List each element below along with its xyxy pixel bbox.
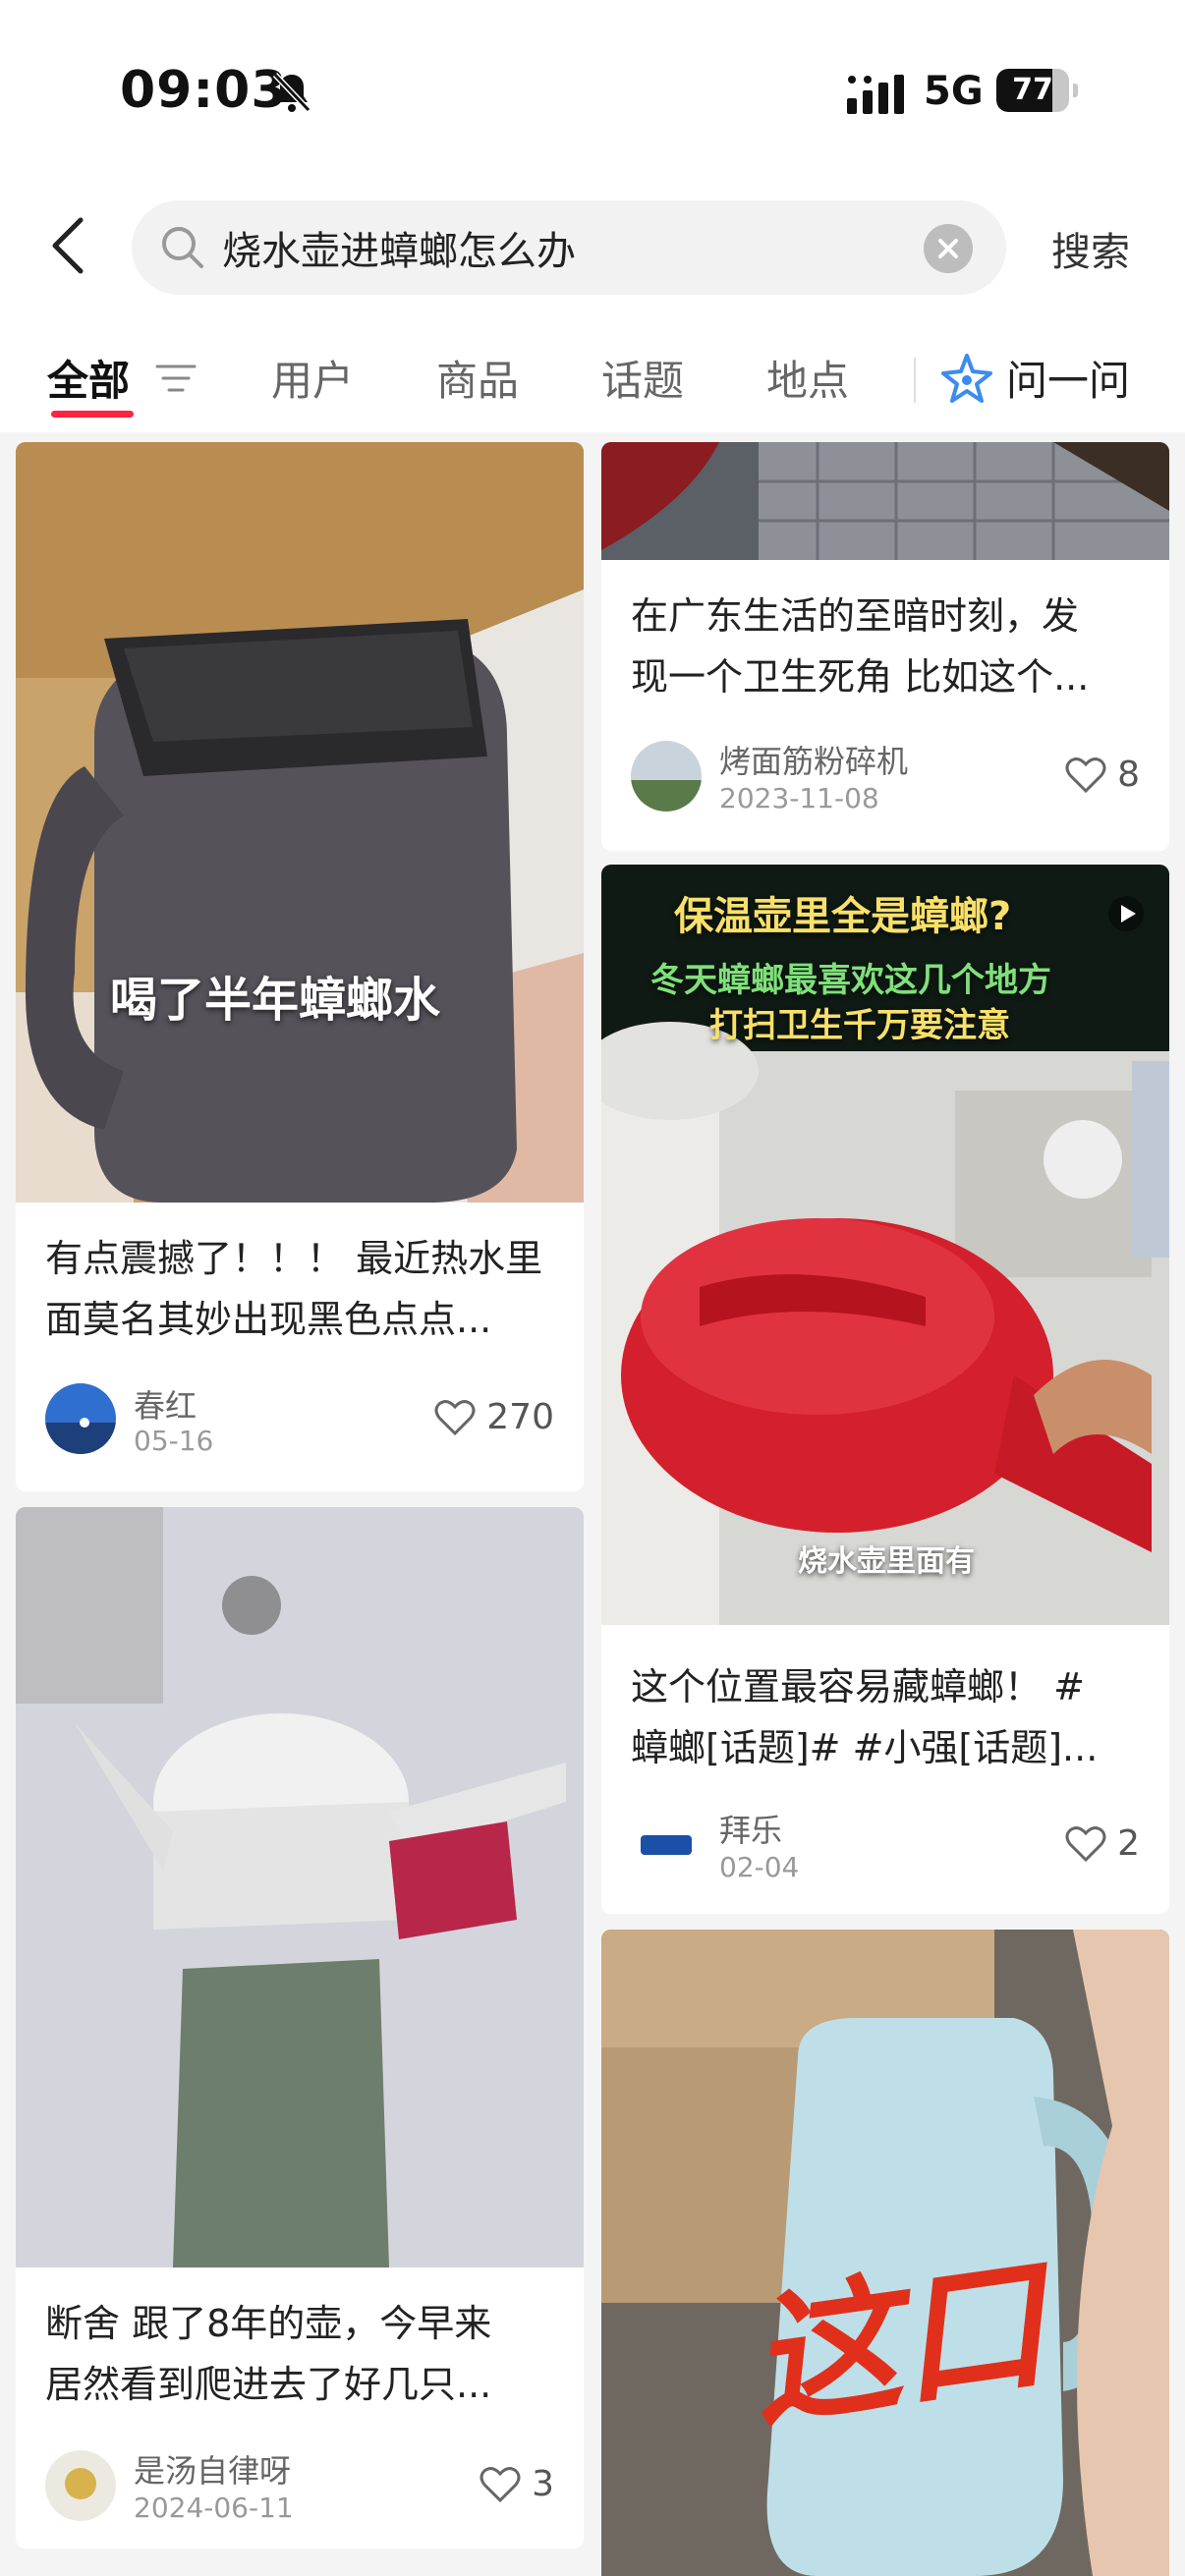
avatar[interactable]: [631, 741, 702, 812]
filter-tabs: 全部 用户 商品 话题 地点 问一问: [0, 334, 1185, 432]
author-name[interactable]: 春红: [134, 1381, 197, 1427]
note-card[interactable]: 这口: [601, 1930, 1169, 2576]
heart-icon: [434, 1399, 476, 1435]
filter-icon[interactable]: [155, 362, 197, 395]
author-name[interactable]: 拜乐: [719, 1806, 782, 1851]
search-bar[interactable]: [132, 200, 1006, 295]
tab-all[interactable]: 全部: [47, 348, 130, 408]
image-subtitle: 打扫卫生千万要注意: [709, 1006, 1010, 1045]
post-date: 2024-06-11: [134, 2492, 294, 2524]
tab-ask[interactable]: 问一问: [1006, 348, 1130, 408]
heart-icon: [480, 2466, 521, 2502]
search-header: 搜索: [0, 187, 1185, 334]
tab-divider: [914, 358, 916, 403]
like-count: 2: [1117, 1823, 1140, 1864]
note-card[interactable]: 保温壶里全是蟑螂? 冬天蟑螂最喜欢这几个地方 打扫卫生千万要注意 烧水壶里面有 …: [601, 865, 1169, 1914]
note-image: [601, 442, 1169, 560]
note-title: 断舍 跟了8年的壶，今早来 居然看到爬进去了好几只...: [45, 2302, 492, 2406]
note-title: 在广东生活的至暗时刻，发 现一个卫生死角 比如这个...: [631, 594, 1090, 699]
image-overlay-text: 喝了半年蟑螂水: [110, 973, 441, 1028]
mute-bell-icon: [272, 72, 311, 113]
search-input[interactable]: [222, 200, 930, 295]
note-title: 这个位置最容易藏蟑螂！ # 蟑螂[话题]# #小强[话题]...: [631, 1665, 1099, 1769]
tab-products[interactable]: 商品: [436, 348, 519, 408]
note-card[interactable]: 喝了半年蟑螂水 有点震撼了！！！ 最近热水里 面莫名其妙出现黑色点点... 春红…: [16, 442, 584, 1491]
status-bar: 09:03 5G 77: [0, 0, 1185, 187]
avatar[interactable]: [631, 1810, 702, 1880]
network-label: 5G: [924, 69, 984, 114]
clear-icon[interactable]: [924, 224, 973, 273]
post-date: 02-04: [719, 1851, 800, 1883]
author-name[interactable]: 是汤自律呀: [134, 2446, 291, 2492]
note-card[interactable]: 在广东生活的至暗时刻，发 现一个卫生死角 比如这个... 烤面筋粉碎机 2023…: [601, 442, 1169, 851]
battery-percent: 77: [1012, 73, 1053, 107]
ask-ai-icon[interactable]: [939, 352, 994, 407]
author-name[interactable]: 烤面筋粉碎机: [719, 737, 908, 782]
back-icon[interactable]: [47, 214, 90, 277]
image-headline: 保温壶里全是蟑螂?: [674, 894, 1012, 939]
post-date: 2023-11-08: [719, 782, 879, 814]
play-icon: [1108, 896, 1144, 931]
like-button[interactable]: 270: [433, 1397, 554, 1437]
status-time: 09:03: [120, 61, 288, 120]
like-button[interactable]: 8: [1064, 755, 1140, 795]
note-image: [16, 442, 584, 1203]
like-button[interactable]: 2: [1064, 1823, 1140, 1864]
like-button[interactable]: 3: [479, 2464, 554, 2504]
avatar[interactable]: [45, 1383, 116, 1454]
battery-indicator: 77: [996, 69, 1078, 112]
signal-icon: [847, 75, 904, 114]
heart-icon: [1065, 756, 1106, 793]
tab-places[interactable]: 地点: [766, 348, 849, 408]
heart-icon: [1065, 1825, 1106, 1862]
image-caption: 烧水壶里面有: [798, 1544, 975, 1579]
like-count: 270: [486, 1397, 554, 1437]
post-date: 05-16: [134, 1425, 214, 1457]
note-image: [16, 1507, 584, 2268]
like-count: 8: [1117, 755, 1140, 795]
image-subtitle: 冬天蟑螂最喜欢这几个地方: [650, 961, 1051, 1000]
tab-topics[interactable]: 话题: [601, 348, 684, 408]
note-card[interactable]: 断舍 跟了8年的壶，今早来 居然看到爬进去了好几只... 是汤自律呀 2024-…: [16, 1507, 584, 2548]
like-count: 3: [532, 2464, 554, 2504]
avatar[interactable]: [45, 2450, 116, 2521]
note-title: 有点震撼了！！！ 最近热水里 面莫名其妙出现黑色点点...: [45, 1237, 543, 1341]
search-icon: [162, 227, 203, 268]
tab-users[interactable]: 用户: [271, 348, 354, 408]
search-button[interactable]: 搜索: [1051, 220, 1130, 277]
active-tab-indicator: [51, 411, 134, 418]
image-handwriting: 这口: [740, 2238, 1056, 2449]
